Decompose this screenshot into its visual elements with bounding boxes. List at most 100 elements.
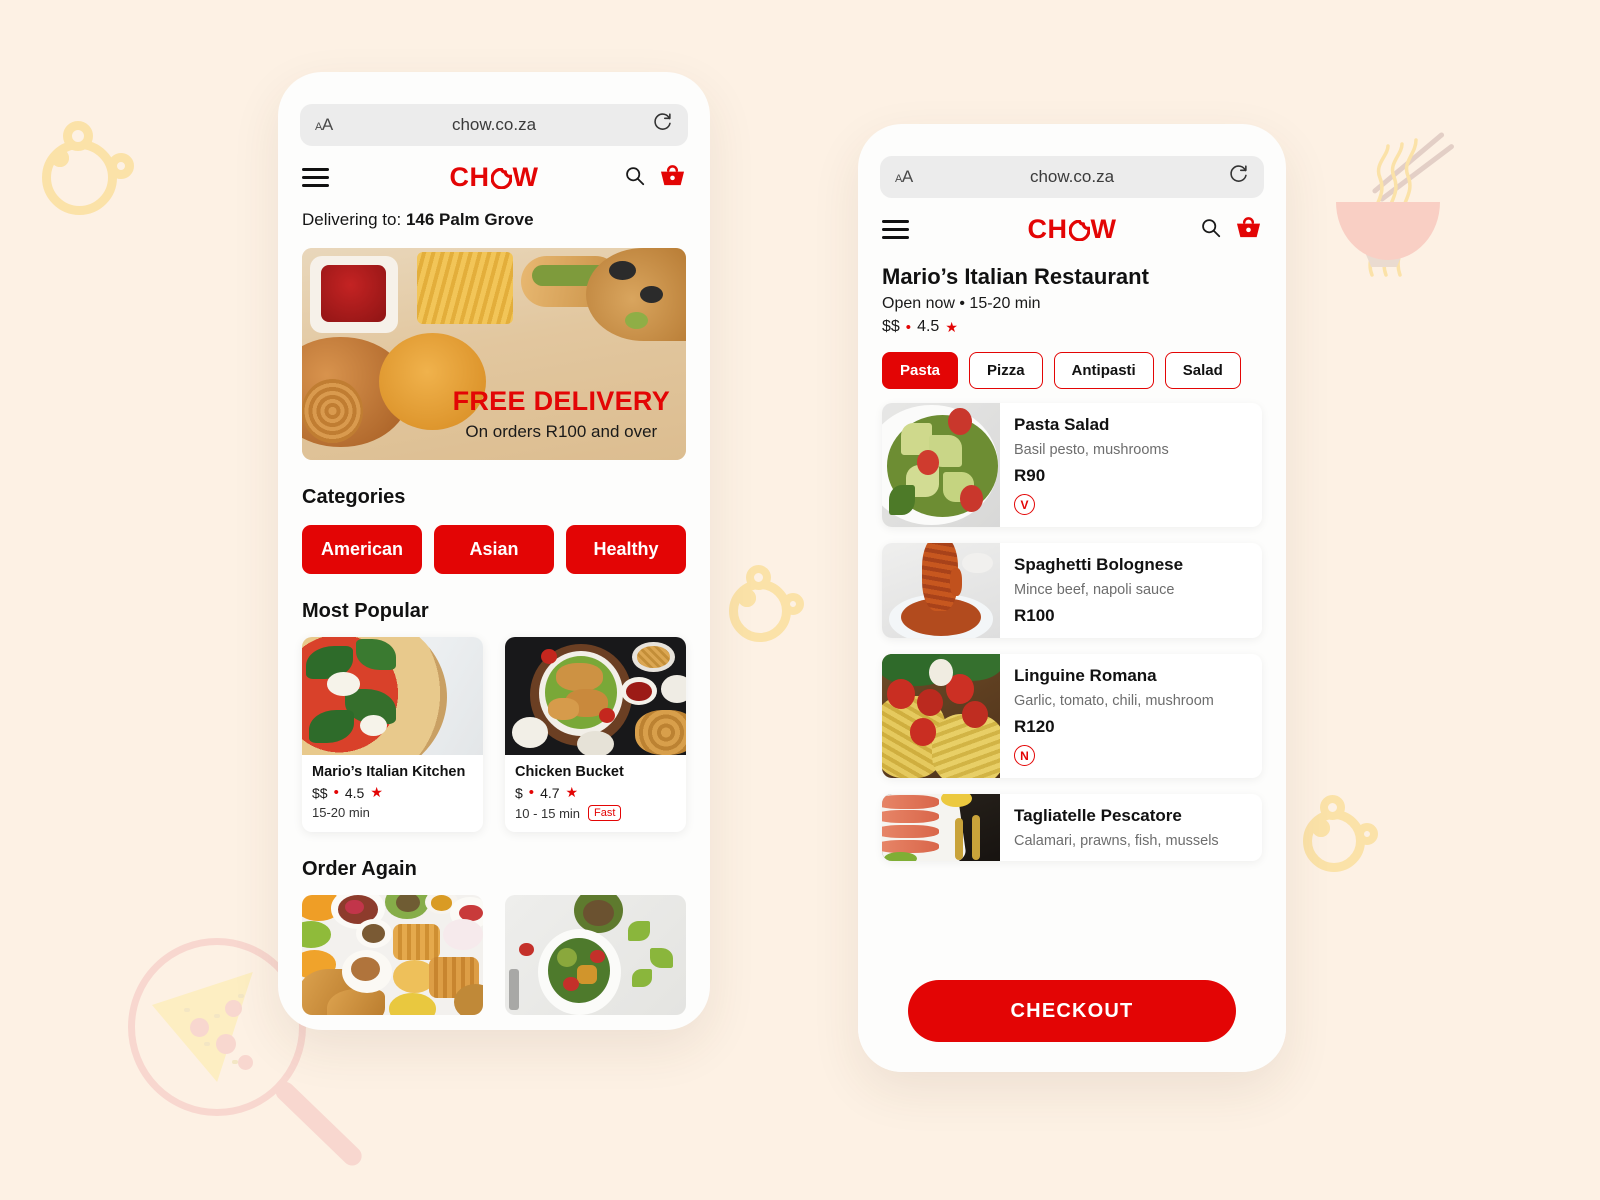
phone-home-screen: AA chow.co.za CH W Delivering to: 146 Pa… — [278, 72, 710, 1030]
cookie-decor-middle — [729, 565, 804, 642]
restaurant-price-rating: $$ • 4.5 ★ — [882, 318, 1262, 336]
restaurant-status: Open now • 15-20 min — [882, 295, 1041, 312]
star-icon: ★ — [945, 318, 958, 335]
reload-icon[interactable] — [652, 112, 673, 138]
app-header: CH W — [278, 146, 710, 202]
separator-dot: • — [528, 784, 535, 801]
menu-item-name: Pasta Salad — [1014, 415, 1110, 434]
app-header: CH W — [858, 198, 1286, 254]
menu-item-price: R90 — [1014, 466, 1046, 485]
delivering-label: Delivering to: — [302, 210, 402, 229]
pizza-photo — [302, 637, 483, 755]
menu-item-name: Tagliatelle Pescatore — [1014, 806, 1182, 825]
menu-item[interactable]: Linguine Romana Garlic, tomato, chili, m… — [882, 654, 1262, 778]
delivery-time: 10 - 15 min — [515, 805, 581, 821]
menu-item-name: Linguine Romana — [1014, 666, 1157, 685]
menu-item[interactable]: Tagliatelle Pescatore Calamari, prawns, … — [882, 794, 1262, 861]
hero-text: FREE DELIVERY On orders R100 and over — [453, 387, 670, 442]
restaurant-card-meta: Chicken Bucket $ • 4.7 ★ 10 - 15 min Fas… — [505, 755, 686, 832]
restaurant-card[interactable]: Mario’s Italian Kitchen $$ • 4.5 ★ 15-20… — [302, 637, 483, 832]
tagliatelle-pescatore-photo — [882, 794, 1000, 861]
phone-restaurant-screen: AA chow.co.za CH W Mario’s Italian Resta… — [858, 124, 1286, 1072]
spaghetti-bolognese-photo — [882, 543, 1000, 638]
most-popular-cards: Mario’s Italian Kitchen $$ • 4.5 ★ 15-20… — [278, 623, 710, 832]
delivery-time: 15-20 min — [312, 805, 370, 820]
menu-item-price: R100 — [1014, 606, 1055, 625]
menu-item-desc: Basil pesto, mushrooms — [1014, 442, 1169, 458]
menu-items-list: Pasta Salad Basil pesto, mushrooms R90 V… — [858, 389, 1286, 861]
logo-o-bitten-icon — [490, 167, 512, 190]
tab-antipasti[interactable]: Antipasti — [1053, 352, 1154, 389]
menu-item-body: Linguine Romana Garlic, tomato, chili, m… — [1000, 654, 1262, 778]
cookie-decor-top-left — [42, 121, 134, 215]
logo-text-ch: CH — [1027, 214, 1068, 244]
price-level: $ — [515, 784, 523, 801]
restaurant-rating-row: $ • 4.7 ★ — [515, 784, 676, 801]
noodle-bowl-decor — [1300, 60, 1600, 350]
url-text: chow.co.za — [451, 115, 537, 134]
url-text: chow.co.za — [1029, 167, 1115, 186]
delivery-time-row: 15-20 min — [312, 805, 473, 820]
hero-subtitle: On orders R100 and over — [465, 422, 658, 441]
menu-item-price: R120 — [1014, 717, 1055, 736]
delivery-time-row: 10 - 15 min Fast — [515, 805, 676, 821]
logo-o-bitten-icon — [1068, 219, 1090, 242]
menu-item[interactable]: Spaghetti Bolognese Mince beef, napoli s… — [882, 543, 1262, 638]
menu-filter-tabs: Pasta Pizza Antipasti Salad — [858, 336, 1286, 389]
chow-logo[interactable]: CH W — [278, 164, 710, 191]
cookie-decor-right — [1303, 795, 1378, 872]
categories-title: Categories — [302, 486, 406, 508]
bowl-foot — [1361, 245, 1407, 267]
chopstick-icon — [1371, 131, 1446, 195]
logo-text-w: W — [512, 162, 539, 192]
vegetarian-badge-icon: V — [1014, 494, 1035, 515]
nut-badge-icon: N — [1014, 745, 1035, 766]
restaurant-rating-row: $$ • 4.5 ★ — [312, 784, 473, 801]
restaurant-title: Mario’s Italian Restaurant — [882, 264, 1149, 289]
logo-text-ch: CH — [449, 162, 490, 192]
category-chips: American Asian Healthy — [278, 509, 710, 574]
breakfast-spread-card[interactable] — [302, 895, 483, 1015]
category-chip-healthy[interactable]: Healthy — [566, 525, 686, 574]
order-again-title: Order Again — [302, 858, 417, 880]
restaurant-card[interactable]: Chicken Bucket $ • 4.7 ★ 10 - 15 min Fas… — [505, 637, 686, 832]
reload-icon[interactable] — [1228, 164, 1249, 190]
checkout-button[interactable]: CHECKOUT — [908, 980, 1236, 1042]
hero-banner[interactable]: FREE DELIVERY On orders R100 and over — [302, 248, 686, 460]
bowl-body — [1336, 202, 1440, 260]
chow-logo[interactable]: CH W — [858, 216, 1286, 243]
salad-bowl-card[interactable] — [505, 895, 686, 1015]
price-level: $$ — [882, 318, 900, 335]
magnifier-handle — [271, 1078, 366, 1170]
price-level: $$ — [312, 784, 328, 801]
restaurant-name: Mario’s Italian Kitchen — [312, 764, 466, 780]
tab-salad[interactable]: Salad — [1164, 352, 1241, 389]
chopstick-icon — [1378, 143, 1455, 203]
restaurant-header: Mario’s Italian Restaurant Open now • 15… — [858, 254, 1286, 336]
menu-item[interactable]: Pasta Salad Basil pesto, mushrooms R90 V — [882, 403, 1262, 527]
category-chip-asian[interactable]: Asian — [434, 525, 554, 574]
hero-title: FREE DELIVERY — [452, 386, 670, 417]
star-icon: ★ — [565, 784, 579, 800]
rating-value: 4.7 — [540, 784, 560, 801]
delivering-address: 146 Palm Grove — [405, 210, 534, 229]
tab-pizza[interactable]: Pizza — [969, 352, 1043, 389]
rating-value: 4.5 — [917, 318, 940, 335]
browser-address-bar[interactable]: AA chow.co.za — [300, 104, 688, 146]
delivery-address-row[interactable]: Delivering to: 146 Palm Grove — [278, 202, 710, 230]
restaurant-name: Chicken Bucket — [515, 764, 624, 780]
menu-item-name: Spaghetti Bolognese — [1014, 555, 1184, 574]
fast-badge: Fast — [588, 805, 622, 821]
steam-icon — [1368, 138, 1418, 277]
tab-pasta[interactable]: Pasta — [882, 352, 959, 389]
chicken-photo — [505, 637, 686, 755]
rating-value: 4.5 — [344, 784, 365, 801]
checkout-bar: CHECKOUT — [858, 958, 1286, 1072]
browser-address-bar[interactable]: AA chow.co.za — [880, 156, 1264, 198]
most-popular-title: Most Popular — [302, 600, 429, 622]
category-chip-american[interactable]: American — [302, 525, 422, 574]
menu-item-desc: Mince beef, napoli sauce — [1014, 582, 1175, 598]
logo-text-w: W — [1090, 214, 1117, 244]
order-again-cards — [278, 881, 710, 1015]
menu-item-desc: Calamari, prawns, fish, mussels — [1014, 833, 1219, 849]
